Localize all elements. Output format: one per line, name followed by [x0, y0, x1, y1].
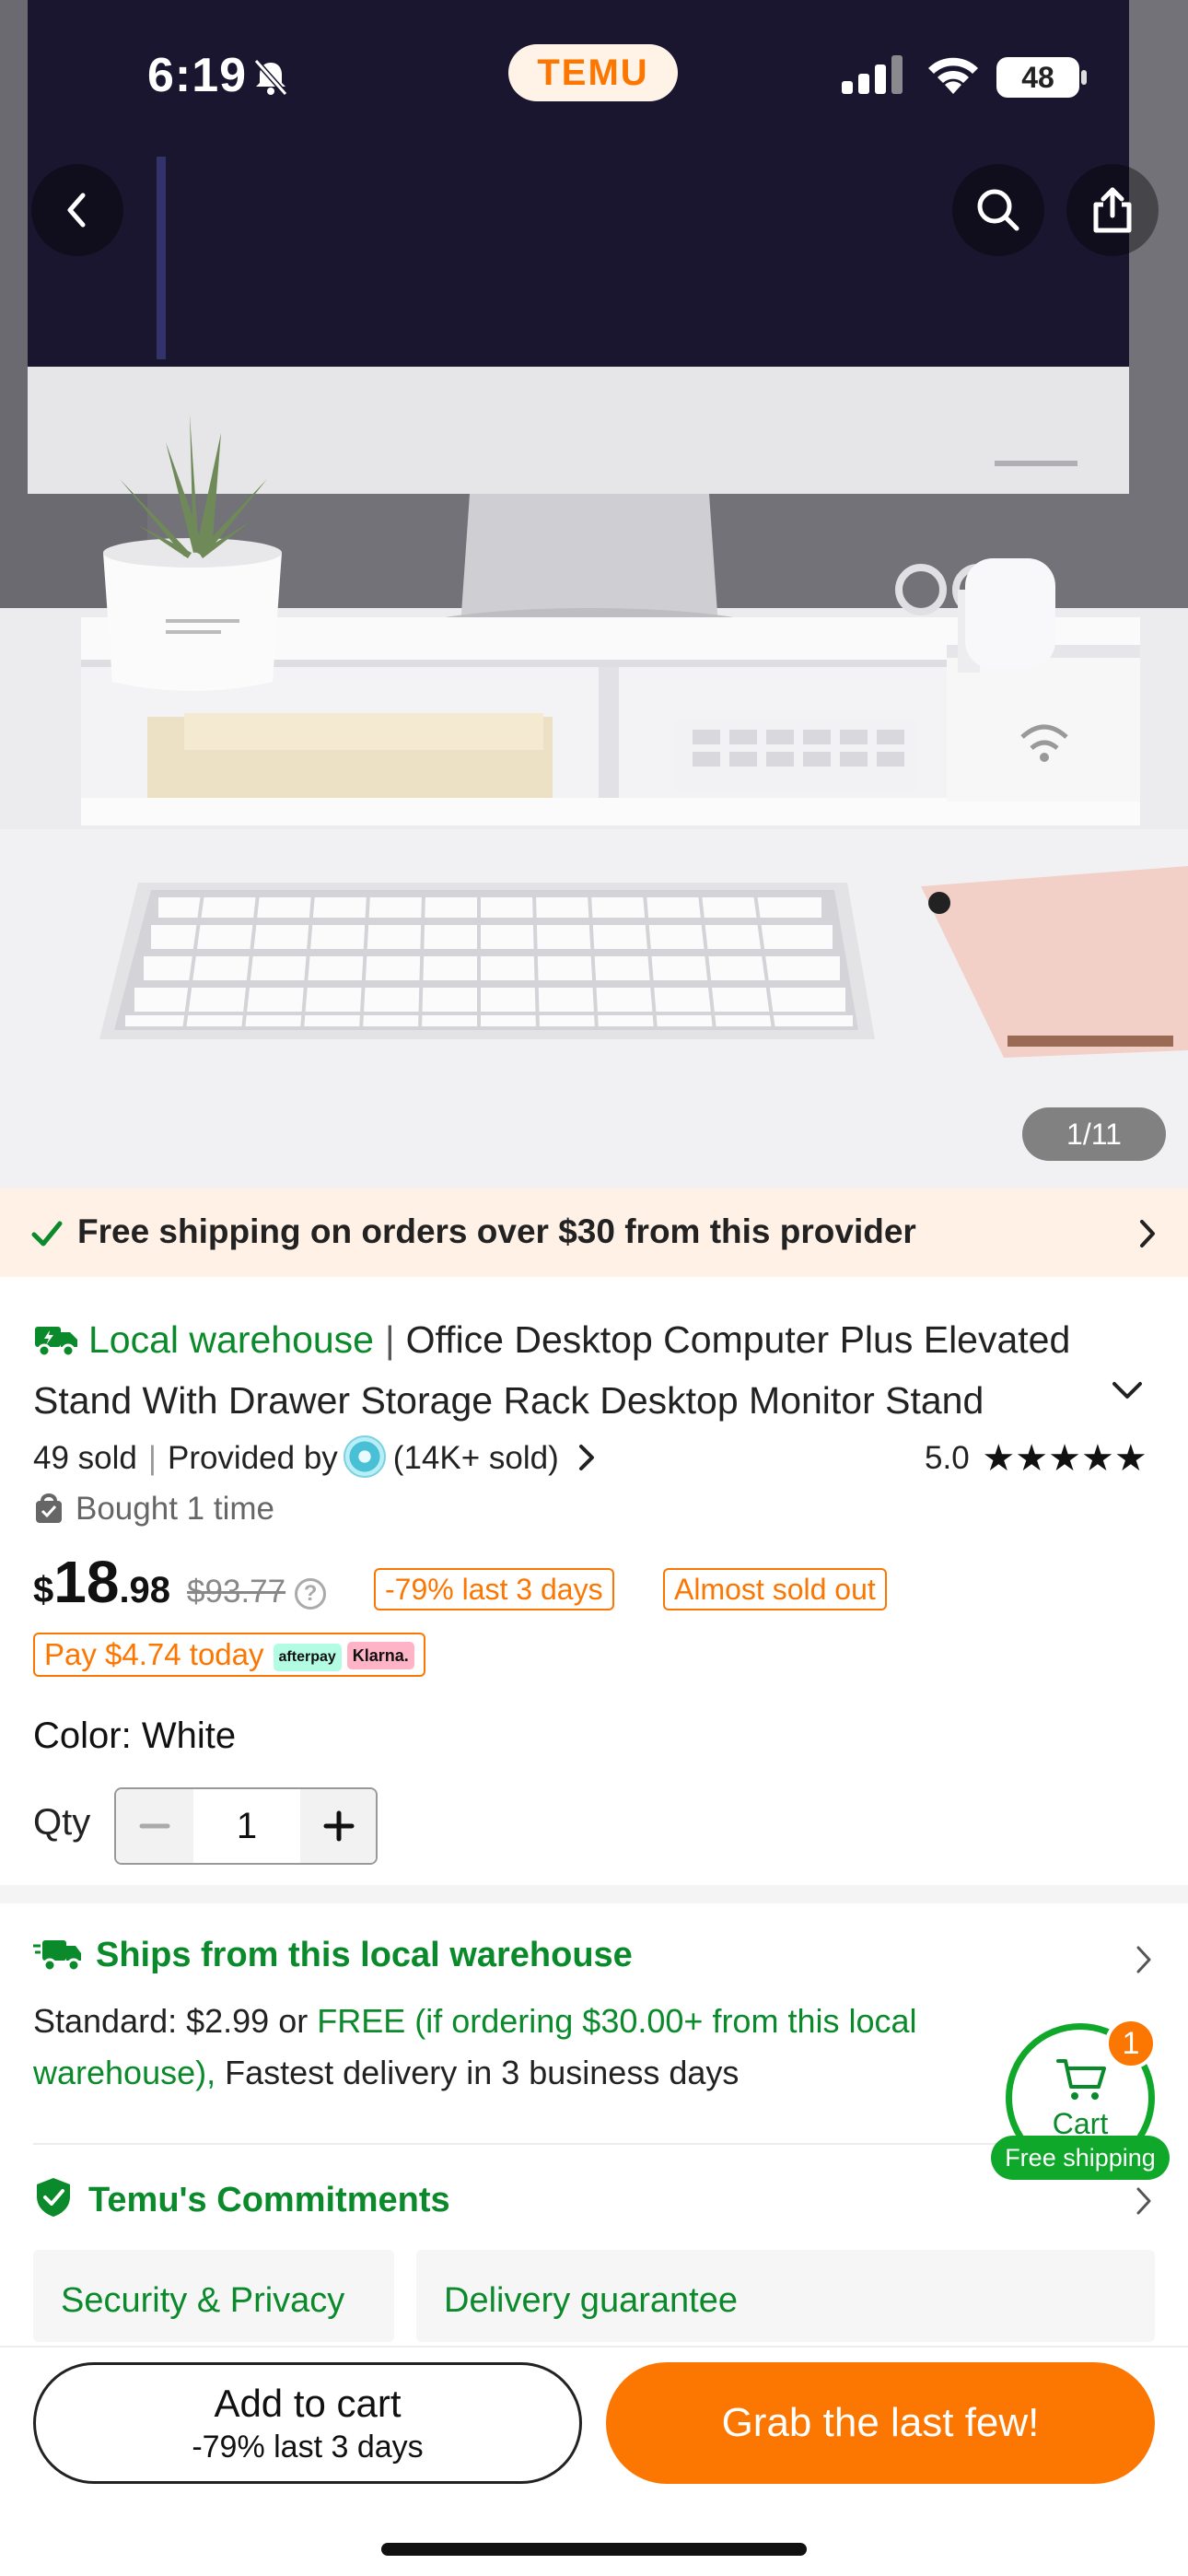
original-price: $93.77 — [187, 1574, 286, 1610]
plus-icon — [323, 1810, 355, 1842]
ships-from-local-warehouse[interactable]: Ships from this local warehouse — [33, 1935, 633, 1975]
image-counter: 1/11 — [1022, 1107, 1166, 1161]
minus-icon — [139, 1823, 170, 1829]
sales-provider-row: 49 sold | Provided by (14K+ sold) — [33, 1435, 598, 1478]
qty-value[interactable]: 1 — [193, 1789, 300, 1863]
shield-check-icon — [37, 2178, 70, 2217]
back-button[interactable] — [31, 164, 123, 256]
ships-heading: Ships from this local warehouse — [96, 1936, 633, 1974]
free-shipping-text: Free shipping on orders over $30 from th… — [77, 1212, 916, 1250]
bought-row: Bought 1 time — [33, 1491, 274, 1533]
qty-label: Qty — [33, 1802, 91, 1843]
standard-shipping-price: Standard: $2.99 or — [33, 2002, 318, 2040]
search-icon — [977, 189, 1019, 231]
delivery-time: Fastest delivery in 3 business days — [215, 2054, 740, 2091]
price-row: $18.98 $93.77? — [33, 1548, 327, 1618]
title-fade — [1031, 1367, 1096, 1423]
sold-count: 49 sold — [33, 1440, 137, 1476]
battery-cap — [1081, 70, 1087, 85]
quantity-stepper: 1 — [114, 1787, 378, 1865]
price-info-icon[interactable]: ? — [295, 1578, 327, 1610]
battery-indicator: 48 — [996, 57, 1079, 98]
section-divider — [0, 1885, 1188, 1903]
rating-value: 5.0 — [925, 1440, 970, 1476]
search-button[interactable] — [952, 164, 1044, 256]
title-separator: | — [384, 1318, 395, 1361]
color-selection[interactable]: Color: White — [33, 1715, 236, 1757]
divider — [33, 2143, 1155, 2145]
bought-count: Bought 1 time — [76, 1491, 274, 1527]
status-time: 6:19 — [147, 49, 248, 102]
commitments-heading: Temu's Commitments — [88, 2181, 450, 2219]
almost-sold-out-tag: Almost sold out — [663, 1568, 887, 1610]
pay-today-badge[interactable]: Pay $4.74 today afterpay Klarna. — [33, 1633, 425, 1677]
shipping-details: Standard: $2.99 or FREE (if ordering $30… — [33, 1996, 991, 2099]
checkmark-icon — [29, 1216, 64, 1256]
commitments-chevron-right-icon[interactable] — [1133, 2185, 1155, 2221]
delivery-truck-icon — [33, 1940, 81, 1973]
afterpay-logo: afterpay — [273, 1644, 342, 1671]
store-logo[interactable] — [343, 1435, 386, 1478]
share-button[interactable] — [1066, 164, 1159, 256]
free-shipping-banner[interactable]: Free shipping on orders over $30 from th… — [0, 1188, 1188, 1277]
security-privacy-chip[interactable]: Security & Privacy — [33, 2250, 394, 2342]
add-to-cart-discount: -79% last 3 days — [192, 2430, 424, 2465]
shipping-chevron-right-icon[interactable] — [1133, 1944, 1155, 1980]
product-title-block[interactable]: Local warehouse | Office Desktop Computer … — [33, 1312, 1083, 1423]
grab-last-few-button[interactable]: Grab the last few! — [606, 2362, 1155, 2484]
rating-summary[interactable]: 5.0 ★★★★★ — [925, 1437, 1147, 1480]
store-sold-count[interactable]: (14K+ sold) — [393, 1440, 559, 1476]
cart-icon — [1056, 2059, 1106, 2100]
price-currency: $ — [33, 1570, 54, 1610]
status-bar: 6:19 TEMU 48 — [0, 0, 1188, 147]
product-image[interactable]: 6:19 TEMU 48 1/11 — [0, 0, 1188, 1188]
add-to-cart-label: Add to cart — [214, 2382, 402, 2425]
qty-decrease-button[interactable] — [116, 1789, 193, 1863]
temu-commitments[interactable]: Temu's Commitments — [33, 2176, 450, 2220]
shopping-bag-icon — [33, 1492, 64, 1533]
chevron-left-icon — [67, 193, 86, 228]
discount-tag: -79% last 3 days — [374, 1568, 614, 1610]
add-to-cart-button[interactable]: Add to cart -79% last 3 days — [33, 2362, 582, 2484]
cart-count-badge: 1 — [1105, 2018, 1157, 2069]
meta-separator: | — [147, 1440, 157, 1476]
local-warehouse-truck-icon — [33, 1317, 79, 1373]
store-chevron-right-icon[interactable] — [576, 1443, 598, 1472]
star-rating: ★★★★★ — [982, 1438, 1147, 1479]
klarna-logo: Klarna. — [346, 1642, 414, 1669]
local-warehouse-label: Local warehouse — [88, 1318, 374, 1361]
provided-by-label: Provided by — [167, 1440, 338, 1476]
home-indicator[interactable] — [381, 2543, 807, 2556]
expand-title-chevron-icon[interactable] — [1109, 1378, 1146, 1407]
qty-increase-button[interactable] — [300, 1789, 376, 1863]
chevron-right-icon — [1136, 1218, 1159, 1254]
pay-today-text: Pay $4.74 today — [44, 1637, 264, 1671]
temu-app-pill[interactable]: TEMU — [508, 44, 678, 101]
delivery-guarantee-chip[interactable]: Delivery guarantee — [416, 2250, 1155, 2342]
cart-free-shipping-pill: Free shipping — [991, 2136, 1170, 2180]
share-icon — [1093, 187, 1132, 233]
price-whole: 18 — [53, 1549, 120, 1615]
price-cents: .98 — [119, 1570, 171, 1610]
